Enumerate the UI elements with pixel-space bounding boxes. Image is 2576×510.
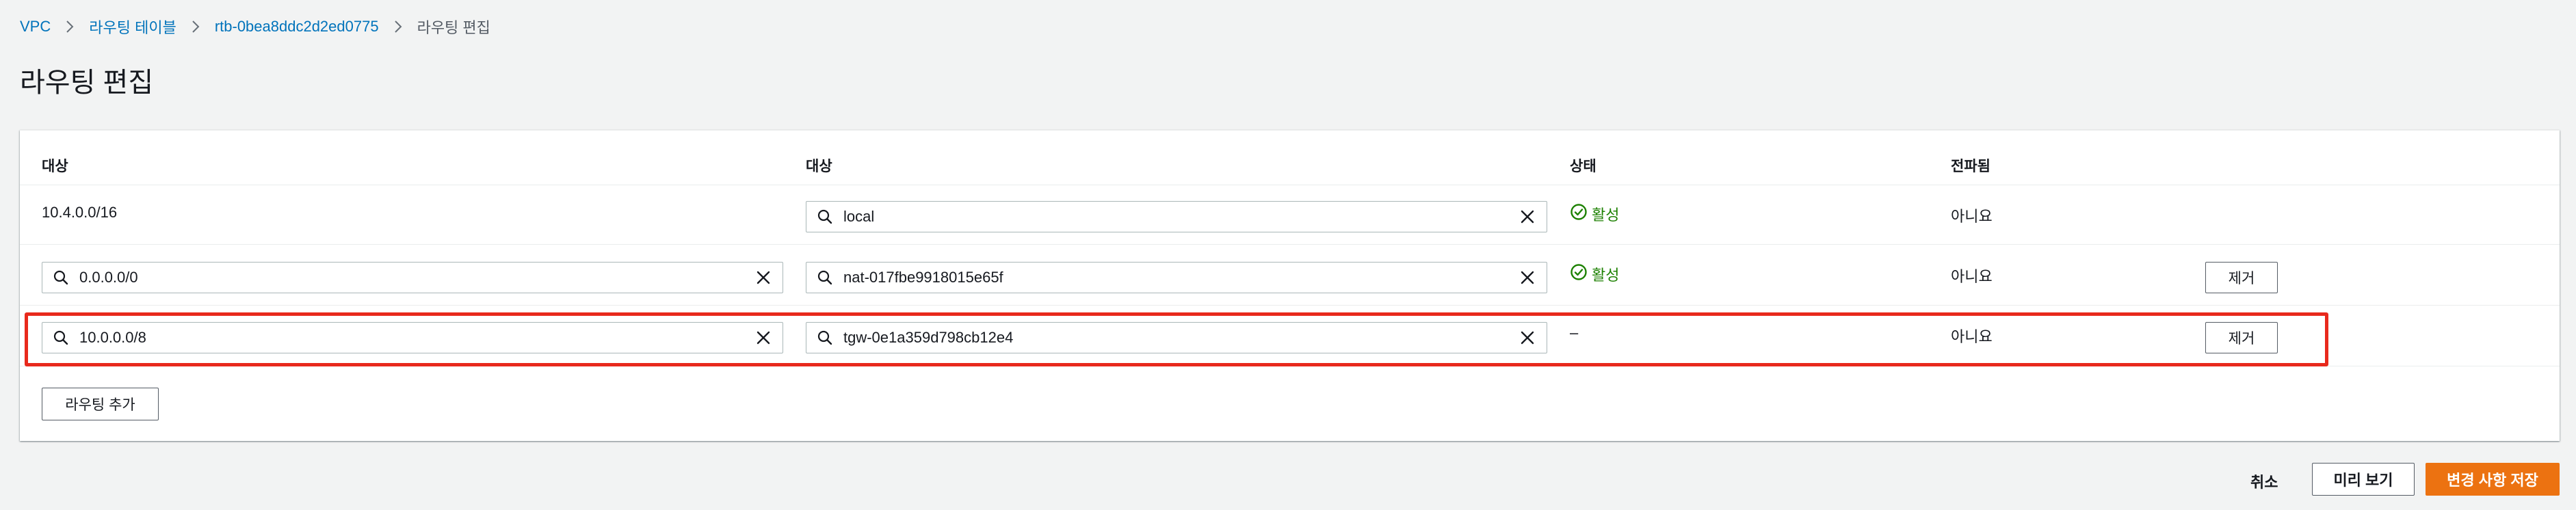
clear-icon[interactable] — [744, 322, 783, 353]
target-field[interactable] — [806, 201, 1547, 232]
chevron-right-icon — [66, 20, 74, 33]
remove-route-button[interactable]: 제거 — [2205, 322, 2278, 353]
destination-field[interactable] — [42, 322, 783, 353]
target-field[interactable] — [806, 262, 1547, 293]
status-badge: 활성 — [1570, 263, 1619, 285]
breadcrumb-current: 라우팅 편집 — [417, 19, 490, 36]
breadcrumb-route-tables[interactable]: 라우팅 테이블 — [89, 16, 176, 38]
target-input[interactable] — [843, 263, 1508, 293]
search-icon — [42, 262, 79, 293]
search-icon — [806, 262, 843, 293]
status-success-icon — [1570, 263, 1592, 285]
cancel-button[interactable]: 취소 — [2250, 470, 2278, 492]
column-header-status: 상태 — [1570, 159, 1596, 174]
page-title: 라우팅 편집 — [20, 68, 154, 98]
breadcrumb-route-table-id[interactable]: rtb-0bea8ddc2d2ed0775 — [215, 18, 379, 36]
route-destination: 10.4.0.0/16 — [42, 204, 118, 221]
chevron-right-icon — [192, 20, 200, 33]
clear-icon[interactable] — [1508, 201, 1547, 232]
destination-input[interactable] — [79, 323, 744, 353]
search-icon — [806, 322, 843, 353]
target-input[interactable] — [843, 323, 1508, 353]
clear-icon[interactable] — [1508, 262, 1547, 293]
status-badge: 활성 — [1570, 203, 1619, 225]
row-divider — [20, 305, 2560, 306]
destination-input[interactable] — [79, 263, 744, 293]
clear-icon[interactable] — [744, 262, 783, 293]
target-field[interactable] — [806, 322, 1547, 353]
add-route-button[interactable]: 라우팅 추가 — [42, 388, 159, 420]
breadcrumb: VPC 라우팅 테이블 rtb-0bea8ddc2d2ed0775 라우팅 편집 — [20, 16, 490, 37]
column-header-target: 대상 — [806, 159, 832, 174]
propagated-value: 아니요 — [1951, 268, 1993, 285]
column-header-propagated: 전파됨 — [1951, 159, 1990, 174]
column-header-destination: 대상 — [42, 159, 68, 174]
chevron-right-icon — [394, 20, 402, 33]
search-icon — [42, 322, 79, 353]
preview-button[interactable]: 미리 보기 — [2312, 463, 2415, 496]
status-success-icon — [1570, 203, 1592, 225]
row-divider — [20, 244, 2560, 245]
remove-route-button[interactable]: 제거 — [2205, 262, 2278, 293]
save-changes-button[interactable]: 변경 사항 저장 — [2426, 463, 2560, 496]
status-text: 활성 — [1592, 206, 1620, 224]
search-icon — [806, 201, 843, 232]
status-text: – — [1570, 324, 1579, 341]
target-input[interactable] — [843, 202, 1508, 232]
propagated-value: 아니요 — [1951, 208, 1993, 225]
destination-field[interactable] — [42, 262, 783, 293]
propagated-value: 아니요 — [1951, 328, 1993, 345]
breadcrumb-vpc[interactable]: VPC — [20, 18, 51, 36]
status-text: 활성 — [1592, 267, 1620, 284]
clear-icon[interactable] — [1508, 322, 1547, 353]
